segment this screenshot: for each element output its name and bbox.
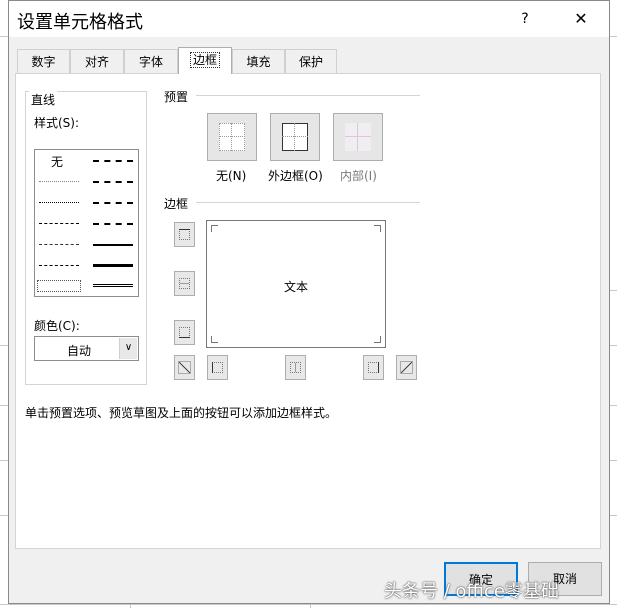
border-panel: 直线 样式(S): 无 颜色(C): 自动 ∨ 预置 无(N) 外边框(O) 内…	[15, 73, 601, 549]
presets-divider	[196, 95, 420, 96]
border-diagonal-up-button[interactable]	[174, 355, 195, 380]
color-label: 颜色(C):	[34, 319, 80, 333]
grid-line	[310, 604, 311, 608]
preset-inside-label: 内部(I)	[340, 169, 377, 183]
border-bottom-icon	[179, 327, 190, 338]
help-button[interactable]: ?	[507, 5, 543, 33]
tab-border-label: 边框	[189, 52, 220, 68]
format-cells-dialog: 设置单元格格式 ? ✕ 数字 对齐 字体 边框 填充 保护 直线 样式(S): …	[8, 0, 610, 604]
color-dropdown[interactable]: 自动 ∨	[34, 336, 139, 361]
tab-font[interactable]: 字体	[124, 49, 178, 73]
line-style-dotted[interactable]	[39, 202, 79, 203]
border-inside-horizontal-icon	[179, 278, 190, 289]
border-left-icon	[212, 362, 223, 373]
preview-corner	[374, 336, 381, 343]
grid-line	[0, 405, 8, 406]
grid-line	[610, 345, 617, 346]
line-group-title: 直线	[29, 91, 58, 108]
grid-line	[610, 515, 617, 516]
line-style-medium-dash-dot-dot[interactable]	[93, 160, 133, 162]
line-style-dashed[interactable]	[39, 265, 79, 266]
grid-line	[0, 460, 8, 461]
border-left-button[interactable]	[207, 355, 228, 380]
border-inside-vertical-icon	[290, 362, 301, 373]
line-style-dash-dot[interactable]	[39, 244, 79, 245]
preset-none-button[interactable]	[207, 113, 257, 161]
line-style-medium-dashed[interactable]	[93, 223, 133, 225]
tab-protection[interactable]: 保护	[285, 49, 337, 73]
preset-none-label: 无(N)	[216, 169, 247, 183]
border-bottom-button[interactable]	[174, 320, 195, 345]
title-bar: 设置单元格格式 ? ✕	[9, 1, 609, 37]
diagonal-up-icon	[178, 361, 191, 374]
border-top-icon	[179, 229, 190, 240]
line-style-medium-dash-dot[interactable]	[93, 202, 133, 204]
line-style-dash-dot-dot[interactable]	[39, 223, 79, 224]
border-divider	[196, 202, 420, 203]
grid-line	[610, 290, 617, 291]
border-right-icon	[368, 362, 379, 373]
preview-corner	[211, 225, 218, 232]
dialog-title: 设置单元格格式	[17, 12, 143, 33]
close-icon: ✕	[574, 9, 588, 28]
preview-corner	[211, 336, 218, 343]
line-style-double[interactable]	[93, 284, 133, 287]
grid-line	[0, 515, 8, 516]
grid-line	[610, 36, 617, 37]
presets-title: 预置	[164, 90, 189, 104]
tab-border[interactable]: 边框	[178, 47, 232, 74]
line-style-medium[interactable]	[93, 244, 133, 246]
watermark: 头条号 / office零基础	[384, 581, 559, 602]
grid-line	[130, 604, 131, 608]
tab-number[interactable]: 数字	[17, 49, 70, 73]
line-style-list[interactable]: 无	[34, 149, 139, 297]
style-label: 样式(S):	[34, 116, 80, 130]
border-diagonal-down-button[interactable]	[396, 355, 417, 380]
tab-fill[interactable]: 填充	[232, 49, 285, 73]
grid-line	[0, 604, 617, 605]
line-style-hairline[interactable]	[39, 181, 79, 182]
grid-line	[0, 36, 8, 37]
line-group: 直线 样式(S): 无 颜色(C): 自动 ∨	[25, 91, 147, 385]
line-style-thin-selected[interactable]	[37, 280, 81, 292]
grid-line	[0, 345, 8, 346]
preset-outline-label: 外边框(O)	[268, 169, 323, 183]
border-inside-vertical-button[interactable]	[285, 355, 306, 380]
tab-alignment[interactable]: 对齐	[70, 49, 124, 73]
chevron-down-icon[interactable]: ∨	[119, 338, 137, 359]
border-title: 边框	[164, 197, 189, 211]
border-inside-horizontal-button[interactable]	[174, 271, 195, 296]
border-right-button[interactable]	[363, 355, 384, 380]
preview-corner	[374, 225, 381, 232]
diagonal-down-icon	[400, 361, 413, 374]
border-preview[interactable]: 文本	[206, 220, 386, 348]
line-style-thick[interactable]	[93, 264, 133, 267]
preset-inside-icon	[345, 123, 371, 151]
preset-outline-icon	[282, 123, 308, 151]
border-top-button[interactable]	[174, 222, 195, 247]
close-button[interactable]: ✕	[563, 5, 599, 33]
preview-text: 文本	[284, 280, 309, 294]
preset-inside-button[interactable]	[333, 113, 383, 161]
grid-line	[610, 405, 617, 406]
hint-text: 单击预置选项、预览草图及上面的按钮可以添加边框样式。	[25, 406, 338, 420]
color-value: 自动	[67, 344, 92, 358]
line-style-none[interactable]: 无	[51, 153, 63, 170]
preset-outline-button[interactable]	[270, 113, 320, 161]
grid-line	[610, 460, 617, 461]
preset-none-icon	[219, 123, 245, 151]
line-style-slanted-dash-dot[interactable]	[93, 181, 133, 183]
